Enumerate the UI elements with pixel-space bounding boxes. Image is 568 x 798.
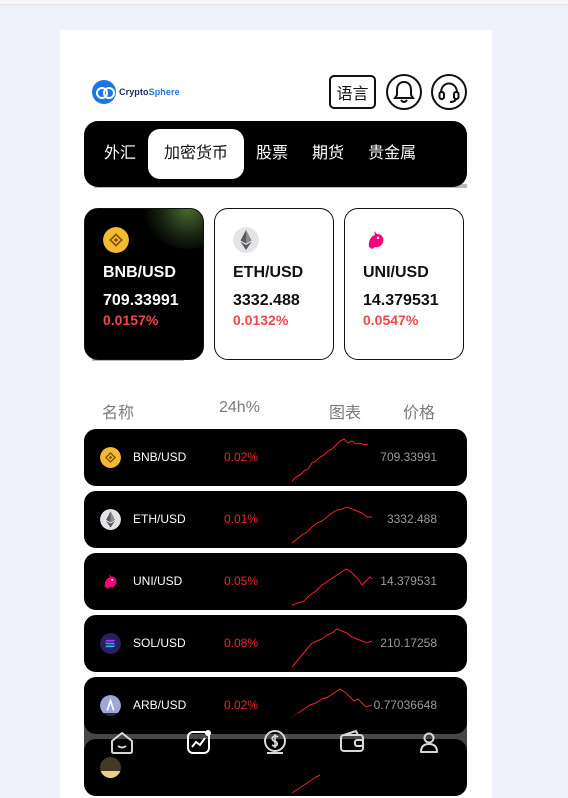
- user-icon: [419, 732, 438, 753]
- brand-logo[interactable]: CryptoSphere: [92, 80, 180, 104]
- eth-coin-icon: [233, 227, 259, 253]
- brand-name-suffix: Sphere: [148, 87, 180, 97]
- table-row[interactable]: SOL/USD 0.08% 210.17258: [84, 615, 467, 672]
- featured-card-uni[interactable]: UNI/USD 14.379531 0.0547%: [344, 208, 464, 360]
- dollar-coin-icon: [264, 730, 287, 754]
- wallet-icon: [340, 729, 365, 752]
- nav-home[interactable]: [107, 727, 137, 757]
- row-price: 3332.488: [386, 512, 437, 526]
- row-change: 0.01%: [224, 512, 259, 526]
- bnb-coin-icon: [103, 227, 129, 253]
- featured-pair: BNB/USD: [103, 264, 176, 281]
- column-header-name: 名称: [102, 405, 135, 422]
- row-pair: ETH/USD: [133, 512, 186, 526]
- uni-coin-icon: [104, 574, 117, 589]
- nav-trade[interactable]: [260, 727, 290, 757]
- featured-change: 0.0132%: [233, 312, 289, 328]
- column-header-price: 价格: [403, 405, 436, 422]
- nav-wallet[interactable]: [337, 727, 367, 757]
- table-row[interactable]: BNB/USD 0.02% 709.33991: [84, 429, 467, 486]
- row-change: 0.02%: [224, 698, 259, 712]
- bottom-navigation: [84, 713, 467, 771]
- tab-precious-metals[interactable]: 贵金属: [356, 129, 428, 179]
- card-glow: [143, 209, 203, 249]
- row-pair: ARB/USD: [133, 698, 187, 712]
- row-price: 0.77036648: [373, 698, 437, 712]
- table-row[interactable]: ETH/USD 0.01% 3332.488: [84, 491, 467, 548]
- sol-coin-icon: [100, 633, 121, 654]
- featured-price: 3332.488: [233, 292, 300, 309]
- featured-pair: ETH/USD: [233, 264, 304, 281]
- eth-coin-icon: [100, 509, 121, 530]
- market-tabs: 外汇 加密货币 股票 期货 贵金属: [84, 121, 467, 187]
- featured-card-bnb[interactable]: BNB/USD 709.33991 0.0157%: [84, 208, 204, 360]
- row-pair: BNB/USD: [133, 450, 187, 464]
- table-row[interactable]: UNI/USD 0.05% 14.379531: [84, 553, 467, 610]
- row-change: 0.02%: [224, 450, 259, 464]
- market-chart-icon: [186, 730, 211, 754]
- sparkline-chart: [292, 438, 369, 482]
- row-pair: UNI/USD: [133, 574, 183, 588]
- nav-profile[interactable]: [414, 727, 444, 757]
- tab-futures[interactable]: 期货: [300, 129, 356, 179]
- row-price: 709.33991: [380, 450, 437, 464]
- featured-change: 0.0547%: [363, 312, 419, 328]
- notification-button[interactable]: [386, 74, 422, 110]
- sparkline-chart: [292, 628, 373, 668]
- row-pair: SOL/USD: [133, 636, 186, 650]
- brand-name-prefix: Crypto: [119, 87, 149, 97]
- customer-support-button[interactable]: [431, 74, 467, 110]
- nav-market[interactable]: [184, 727, 214, 757]
- brand-name: CryptoSphere: [119, 87, 180, 97]
- tab-crypto[interactable]: 加密货币: [148, 129, 245, 179]
- language-button[interactable]: 语言: [329, 75, 376, 109]
- featured-pair: UNI/USD: [363, 264, 429, 281]
- tab-stocks[interactable]: 股票: [244, 129, 300, 179]
- bell-icon: [393, 80, 415, 103]
- home-icon: [111, 732, 134, 754]
- browser-top-strip: [0, 0, 568, 5]
- bnb-coin-icon: [100, 447, 121, 468]
- column-header-change: 24h%: [219, 399, 260, 416]
- featured-price: 14.379531: [363, 292, 439, 309]
- sparkline-chart: [292, 506, 372, 544]
- featured-change: 0.0157%: [103, 312, 159, 328]
- featured-price: 709.33991: [103, 292, 179, 309]
- brand-logo-icon: [92, 80, 116, 104]
- row-change: 0.08%: [224, 636, 259, 650]
- column-header-chart: 图表: [329, 405, 362, 422]
- featured-card-eth[interactable]: ETH/USD 3332.488 0.0132%: [214, 208, 334, 360]
- uni-coin-icon: [368, 231, 384, 249]
- row-change: 0.05%: [224, 574, 259, 588]
- sparkline-chart: [292, 568, 373, 606]
- row-price: 210.17258: [380, 636, 437, 650]
- headset-icon: [438, 82, 460, 103]
- row-price: 14.379531: [380, 574, 437, 588]
- tab-forex[interactable]: 外汇: [92, 129, 148, 179]
